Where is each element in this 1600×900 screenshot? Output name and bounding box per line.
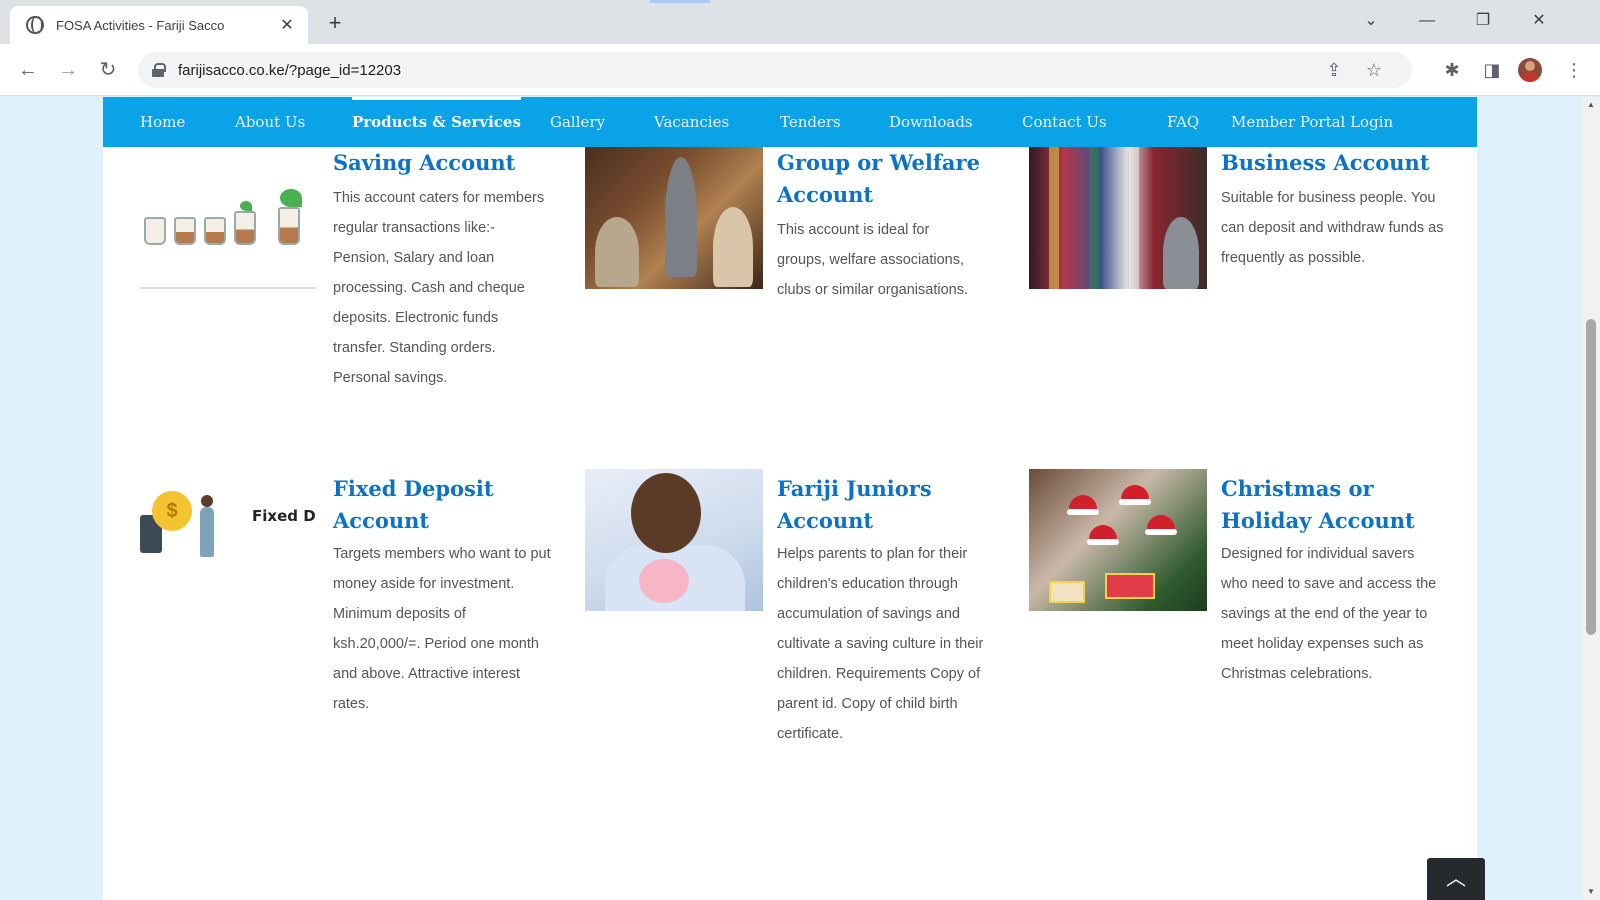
sprout-icon bbox=[280, 189, 302, 207]
back-to-top-button[interactable]: ︿ bbox=[1427, 858, 1485, 900]
nav-downloads[interactable]: Downloads bbox=[889, 97, 973, 147]
reload-icon[interactable]: ↻ bbox=[94, 56, 122, 84]
child-piggy-bank-image bbox=[585, 469, 763, 611]
card-title[interactable]: Christmas or Holiday Account bbox=[1221, 473, 1441, 537]
extensions-puzzle-icon[interactable]: ✱ bbox=[1438, 56, 1466, 84]
person-figure bbox=[665, 157, 697, 277]
side-panel-icon[interactable]: ◨ bbox=[1478, 56, 1506, 84]
decor-stripe bbox=[1089, 147, 1099, 289]
browser-tab[interactable]: FOSA Activities - Fariji Sacco ✕ bbox=[10, 6, 308, 44]
gift-box-icon bbox=[1049, 581, 1085, 603]
address-bar[interactable]: farijisacco.co.ke/?page_id=12203 ⇪ ☆ bbox=[138, 52, 1412, 88]
tab-scroll-indicator bbox=[650, 0, 710, 3]
jar-icon bbox=[278, 207, 300, 245]
close-tab-icon[interactable]: ✕ bbox=[278, 15, 296, 35]
card-title[interactable]: Business Account bbox=[1221, 147, 1461, 179]
nav-home[interactable]: Home bbox=[140, 97, 185, 147]
sprout-icon bbox=[240, 201, 252, 211]
santa-hat-icon bbox=[1067, 495, 1099, 515]
scroll-down-arrow-icon[interactable]: ▼ bbox=[1582, 884, 1600, 900]
tab-search-chevron-icon[interactable]: ⌄ bbox=[1356, 8, 1386, 34]
person-figure bbox=[713, 207, 753, 287]
decor-stripe bbox=[1049, 147, 1059, 289]
bookmark-star-icon[interactable]: ☆ bbox=[1360, 56, 1388, 84]
jar-icon bbox=[204, 217, 226, 245]
card-description: This account caters for members regular … bbox=[333, 190, 545, 386]
person-figure bbox=[1163, 217, 1199, 289]
fixed-deposit-logo-text: Fixed Deposit Account bbox=[252, 509, 316, 523]
jar-icon bbox=[144, 217, 166, 245]
santa-hat-icon bbox=[1087, 525, 1119, 545]
dollar-coin-icon: $ bbox=[152, 491, 192, 531]
scrollbar-thumb[interactable] bbox=[1586, 319, 1596, 635]
nav-gallery[interactable]: Gallery bbox=[550, 97, 605, 147]
close-window-button[interactable]: ✕ bbox=[1524, 8, 1554, 34]
nav-member-portal-login[interactable]: Member Portal Login bbox=[1231, 97, 1393, 147]
decor-stripe bbox=[1129, 147, 1139, 289]
back-arrow-icon[interactable]: ← bbox=[14, 56, 42, 84]
nav-contact-us[interactable]: Contact Us bbox=[1022, 97, 1107, 147]
santa-hat-icon bbox=[1119, 485, 1151, 505]
fixed-deposit-image: $ Fixed Deposit Account bbox=[140, 475, 318, 585]
page-scrollbar[interactable]: ▲ ▼ bbox=[1582, 97, 1600, 900]
santa-hat-icon bbox=[1145, 515, 1177, 535]
globe-icon bbox=[26, 16, 44, 34]
nav-tenders[interactable]: Tenders bbox=[780, 97, 841, 147]
card-title[interactable]: Fixed Deposit Account bbox=[333, 473, 533, 537]
page-content: Home About Us Products & Services Galler… bbox=[103, 97, 1477, 900]
card-title[interactable]: Fariji Juniors Account bbox=[777, 473, 977, 537]
tab-title: FOSA Activities - Fariji Sacco bbox=[56, 17, 225, 33]
nav-faq[interactable]: FAQ bbox=[1167, 97, 1199, 147]
restore-button[interactable]: ❐ bbox=[1468, 8, 1498, 34]
url-text[interactable]: farijisacco.co.ke/?page_id=12203 bbox=[178, 62, 401, 79]
share-icon[interactable]: ⇪ bbox=[1320, 56, 1348, 84]
forward-arrow-icon[interactable]: → bbox=[54, 56, 82, 84]
card-description: Helps parents to plan for their children… bbox=[777, 546, 984, 742]
minimize-button[interactable]: — bbox=[1412, 8, 1442, 34]
market-stall-image bbox=[1029, 147, 1207, 289]
person-figure bbox=[595, 217, 639, 287]
lock-icon[interactable] bbox=[152, 63, 166, 77]
saving-jars-image bbox=[140, 167, 318, 289]
christmas-family-image bbox=[1029, 469, 1207, 611]
gift-box-icon bbox=[1105, 573, 1155, 599]
card-description: Designed for individual savers who need … bbox=[1221, 546, 1437, 682]
child-figure bbox=[631, 473, 701, 553]
card-title[interactable]: Group or Welfare Account bbox=[777, 147, 997, 211]
profile-avatar[interactable] bbox=[1518, 58, 1542, 82]
new-tab-button[interactable]: + bbox=[322, 10, 348, 36]
scroll-up-arrow-icon[interactable]: ▲ bbox=[1582, 97, 1600, 113]
group-meeting-image bbox=[585, 147, 763, 289]
browser-tab-strip: FOSA Activities - Fariji Sacco ✕ + ⌄ — ❐… bbox=[0, 0, 1600, 44]
browser-toolbar: ← → ↻ farijisacco.co.ke/?page_id=12203 ⇪… bbox=[0, 44, 1600, 96]
card-description: Suitable for business people. You can de… bbox=[1221, 190, 1444, 266]
divider bbox=[140, 287, 316, 289]
card-title[interactable]: Saving Account bbox=[333, 147, 553, 179]
card-description: This account is ideal for groups, welfar… bbox=[777, 222, 968, 298]
menu-kebab-icon[interactable]: ⋮ bbox=[1560, 56, 1588, 84]
piggy-bank-icon bbox=[639, 559, 689, 603]
nav-about-us[interactable]: About Us bbox=[235, 97, 305, 147]
jar-icon bbox=[234, 211, 256, 245]
card-description: Targets members who want to put money as… bbox=[333, 546, 551, 712]
site-navigation: Home About Us Products & Services Galler… bbox=[103, 97, 1477, 147]
person-figure bbox=[200, 495, 214, 557]
jar-icon bbox=[174, 217, 196, 245]
nav-vacancies[interactable]: Vacancies bbox=[654, 97, 729, 147]
nav-products-services[interactable]: Products & Services bbox=[352, 97, 521, 147]
page-viewport: Home About Us Products & Services Galler… bbox=[0, 97, 1582, 900]
